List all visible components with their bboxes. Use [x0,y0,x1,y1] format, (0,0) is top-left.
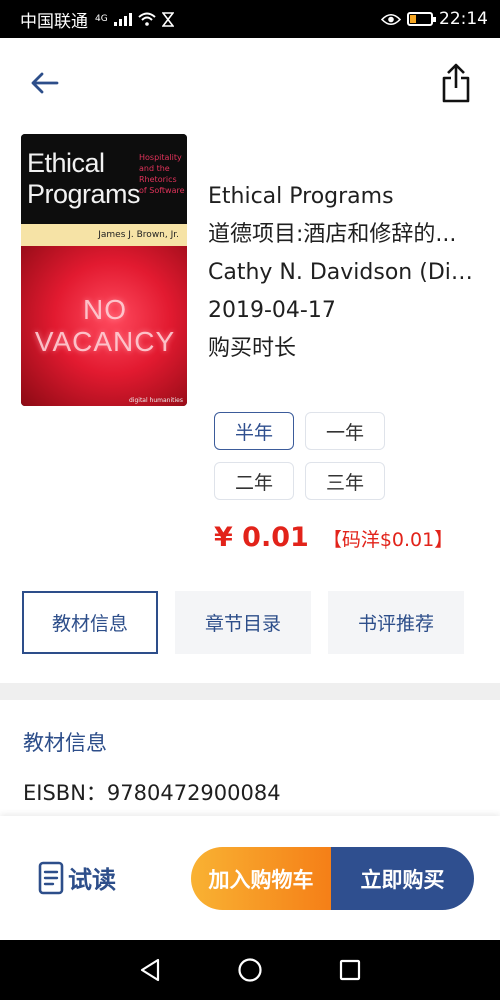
nav-back-button[interactable] [130,950,170,990]
cover-footer: digital humanities [129,397,183,404]
cover-author: James J. Brown, Jr. [21,224,187,246]
document-icon [38,861,64,894]
detail-tabs: 教材信息 章节目录 书评推荐 [22,591,478,654]
trial-read-button[interactable]: 试读 [38,860,116,895]
list-price: 【码洋$0.01】 [322,529,454,551]
square-recents-icon [339,959,361,981]
book-detail-screen: 中国联通 4G 22:14 Ethical Programs Hospitali… [0,0,500,1000]
tab-textbook-info[interactable]: 教材信息 [22,591,158,654]
system-nav-bar [0,940,500,1000]
duration-option-two-years[interactable]: 二年 [214,462,294,500]
price-row: ¥ 0.01 【码洋$0.01】 [214,522,453,553]
price-value: ¥ 0.01 [214,522,309,553]
cover-subtitle: Hospitality and the Rhetorics of Softwar… [139,153,185,195]
battery-fill [410,15,416,23]
duration-option-half-year[interactable]: 半年 [214,412,294,450]
back-button[interactable] [24,63,64,103]
section-divider [0,683,500,700]
share-icon [442,63,470,103]
duration-option-three-years[interactable]: 三年 [305,462,385,500]
trial-read-label: 试读 [68,866,116,894]
duration-label: 购买时长 [208,336,297,361]
cover-sign: NO VACANCY [29,294,181,358]
clock-label: 22:14 [439,9,488,29]
triangle-back-icon [140,958,160,982]
book-info: Ethical Programs 道德项目:酒店和修辞的... Cathy N.… [208,178,483,368]
share-button[interactable] [436,63,476,103]
wifi-icon [138,12,156,26]
section-title: 教材信息 [23,731,107,755]
book-subtitle: 道德项目:酒店和修辞的... [208,222,457,247]
nav-home-button[interactable] [230,950,270,990]
tab-reviews[interactable]: 书评推荐 [328,591,464,654]
book-cover[interactable]: Ethical Programs Hospitality and the Rhe… [21,134,187,406]
status-bar: 中国联通 4G 22:14 [0,0,500,38]
book-title: Ethical Programs [208,184,394,209]
cover-title-line2: Programs [27,179,141,209]
book-author: Cathy N. Davidson (Disti... [208,260,483,285]
signal-icon [113,12,132,26]
duration-option-one-year[interactable]: 一年 [305,412,385,450]
add-to-cart-button[interactable]: 加入购物车 [191,847,331,910]
buy-now-button[interactable]: 立即购买 [331,847,474,910]
cover-sign-line1: NO [83,294,127,325]
eye-icon [381,13,401,25]
isbn-value: EISBN：9780472900084 [23,781,281,805]
bottom-action-bar: 试读 加入购物车 立即购买 [0,816,500,940]
network-type-label: 4G [95,14,108,24]
battery-icon [407,12,436,26]
status-left: 中国联通 4G [20,7,174,32]
cover-title-line1: Ethical [27,148,105,178]
cover-title: Ethical Programs [27,148,141,210]
page-header [0,38,500,128]
circle-home-icon [238,958,262,982]
cover-sign-line2: VACANCY [34,326,176,357]
back-arrow-icon [31,72,59,94]
nav-recents-button[interactable] [330,950,370,990]
carrier-label: 中国联通 [20,11,88,32]
hourglass-icon [161,11,174,27]
book-date: 2019-04-17 [208,298,336,323]
tab-chapter-contents[interactable]: 章节目录 [175,591,311,654]
status-right: 22:14 [381,9,488,29]
